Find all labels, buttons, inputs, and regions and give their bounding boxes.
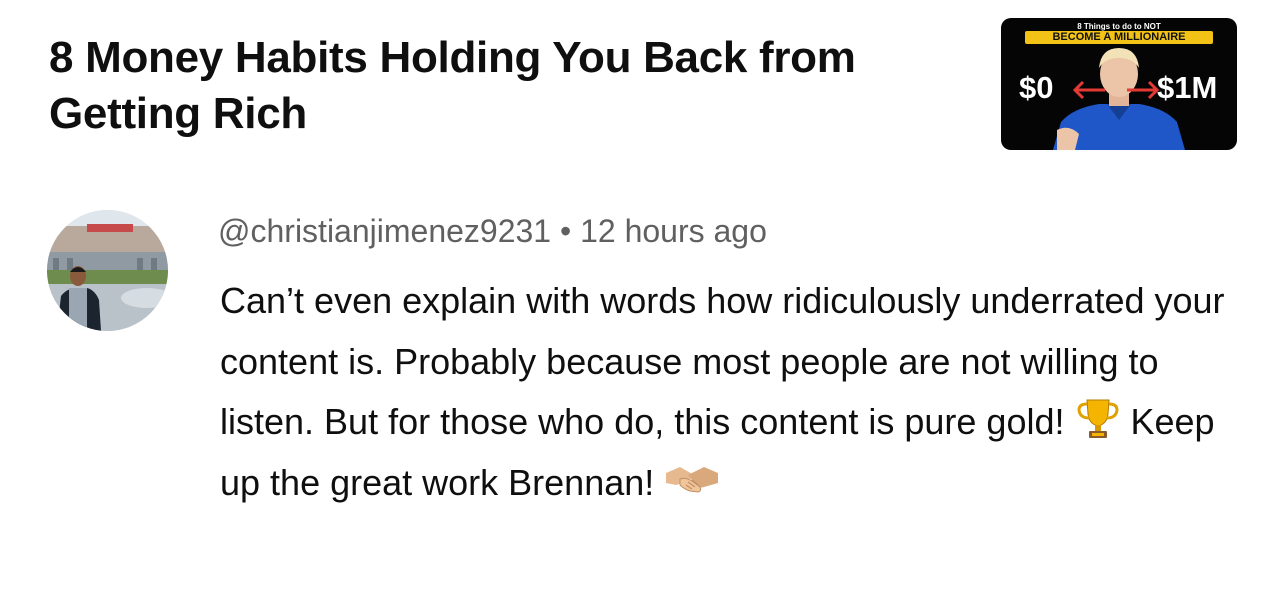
trophy-icon (1075, 399, 1121, 442)
comment-author[interactable]: @christianjimenez9231 (218, 213, 551, 249)
thumbnail-subline: 8 Things to do to NOT (1077, 22, 1161, 31)
video-thumbnail[interactable]: 8 Things to do to NOT BECOME A MILLIONAI… (1001, 18, 1237, 150)
thumbnail-left-amount: $0 (1019, 70, 1054, 105)
left-arrow-icon (1072, 80, 1105, 100)
right-arrow-icon (1127, 80, 1160, 100)
comment-text: Can’t even explain with words how ridicu… (220, 271, 1250, 513)
video-title[interactable]: 8 Money Habits Holding You Back from Get… (49, 30, 979, 142)
comment-meta: @christianjimenez9231 • 12 hours ago (218, 211, 767, 251)
handshake-icon (664, 462, 720, 503)
meta-separator: • (559, 213, 572, 249)
commenter-avatar[interactable] (47, 210, 168, 331)
thumbnail-right-amount: $1M (1157, 70, 1218, 105)
comment-time: 12 hours ago (580, 213, 767, 249)
